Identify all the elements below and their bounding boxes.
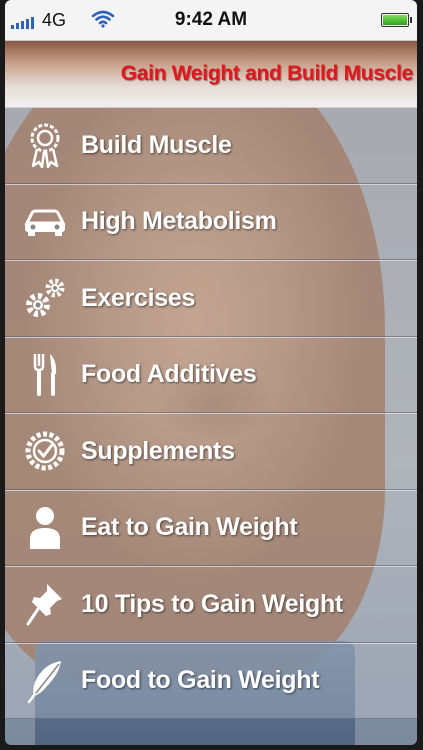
- person-icon: [21, 504, 69, 552]
- menu-item-label: Food Additives: [81, 360, 257, 389]
- main-menu: Build Muscle High Metabolism Exercises F…: [5, 107, 417, 719]
- menu-item-exercises[interactable]: Exercises: [5, 260, 417, 337]
- status-bar: 4G 9:42 AM: [5, 0, 417, 41]
- car-icon: [21, 198, 69, 246]
- menu-item-label: Eat to Gain Weight: [81, 513, 298, 542]
- menu-item-label: Food to Gain Weight: [81, 666, 320, 695]
- menu-item-label: Supplements: [81, 436, 235, 465]
- battery-icon: [381, 13, 412, 27]
- feather-icon: [21, 657, 69, 705]
- background-photo: Gain Weight and Build Muscle Build Muscl…: [5, 41, 417, 745]
- menu-item-eat-to-gain-weight[interactable]: Eat to Gain Weight: [5, 489, 417, 566]
- award-ribbon-icon: [21, 121, 69, 169]
- menu-item-label: 10 Tips to Gain Weight: [81, 589, 343, 618]
- menu-item-label: High Metabolism: [81, 207, 277, 236]
- menu-item-10-tips-to-gain-weight[interactable]: 10 Tips to Gain Weight: [5, 566, 417, 643]
- menu-item-build-muscle[interactable]: Build Muscle: [5, 107, 417, 184]
- pushpin-icon: [21, 580, 69, 628]
- menu-item-label: Exercises: [81, 283, 196, 312]
- fork-knife-icon: [21, 351, 69, 399]
- status-time: 9:42 AM: [174, 9, 248, 30]
- menu-item-label: Build Muscle: [81, 130, 232, 159]
- check-badge-icon: [21, 427, 69, 475]
- menu-item-supplements[interactable]: Supplements: [5, 413, 417, 490]
- phone-screen: 4G 9:42 AM Gain Weight and Build Muscle: [5, 0, 417, 745]
- app-title: Gain Weight and Build Muscle: [120, 62, 414, 85]
- menu-item-food-to-gain-weight[interactable]: Food to Gain Weight: [5, 642, 417, 719]
- gears-icon: [21, 274, 69, 322]
- app-header-banner: Gain Weight and Build Muscle: [5, 41, 417, 107]
- menu-item-food-additives[interactable]: Food Additives: [5, 336, 417, 413]
- menu-item-high-metabolism[interactable]: High Metabolism: [5, 183, 417, 260]
